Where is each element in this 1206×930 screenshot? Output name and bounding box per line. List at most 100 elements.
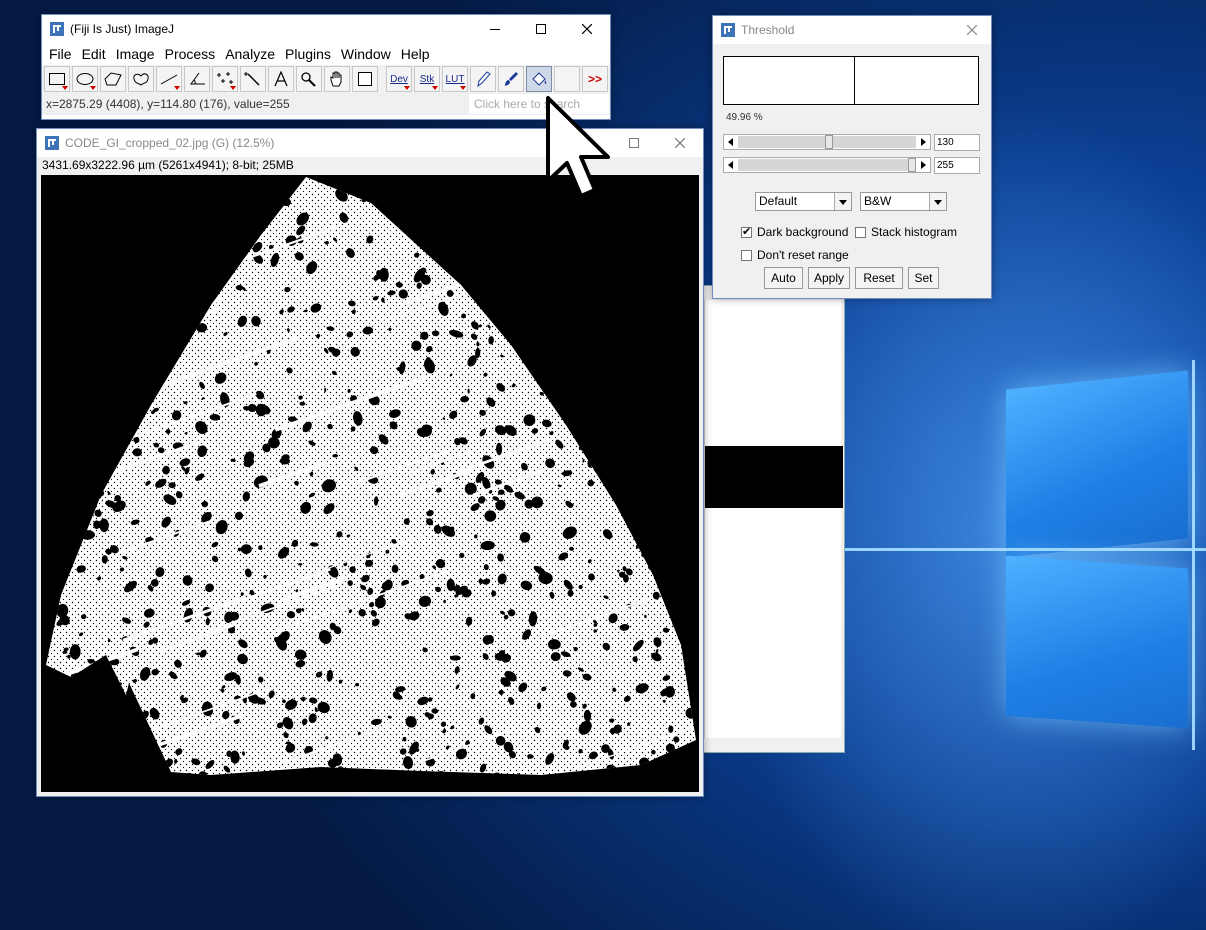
pore (486, 250, 494, 259)
upper-threshold-slider[interactable] (723, 157, 931, 173)
stk-menu-tool[interactable]: Stk (414, 66, 440, 92)
dev-menu-tool[interactable]: Dev (386, 66, 412, 92)
magnifier-tool[interactable] (296, 66, 322, 92)
background-window[interactable] (703, 285, 845, 753)
close-button[interactable] (657, 129, 703, 157)
close-button[interactable] (564, 15, 610, 43)
empty-tool-slot[interactable] (554, 66, 580, 92)
method-select[interactable]: Default (755, 192, 852, 211)
stack-histogram-checkbox[interactable]: Stack histogram (855, 225, 957, 239)
maximize-button[interactable] (518, 15, 564, 43)
more-tools-button[interactable]: >> (582, 66, 608, 92)
menu-image[interactable]: Image (114, 46, 161, 62)
wand-tool-icon (244, 72, 260, 86)
auto-button[interactable]: Auto (764, 267, 803, 289)
pore (674, 755, 685, 766)
pore (66, 341, 71, 347)
pore (258, 190, 265, 197)
lut-menu-tool[interactable]: LUT (442, 66, 468, 92)
freehand-tool[interactable] (128, 66, 154, 92)
dont-reset-range-checkbox[interactable]: Don't reset range (741, 248, 849, 262)
pore (76, 177, 83, 180)
line-tool[interactable] (156, 66, 182, 92)
pore (536, 295, 543, 301)
menu-file[interactable]: File (47, 46, 78, 62)
pore (65, 318, 75, 328)
pore (73, 498, 84, 510)
pore (128, 731, 139, 739)
pore (443, 179, 454, 192)
reset-button[interactable]: Reset (855, 267, 903, 289)
pore (469, 247, 481, 258)
imagej-main-window[interactable]: (Fiji Is Just) ImageJ File Edit Image Pr… (41, 14, 611, 120)
checkbox-unchecked-icon[interactable] (741, 249, 752, 261)
lower-threshold-value[interactable]: 130 (934, 134, 980, 151)
image-window-title: CODE_GI_cropped_02.jpg (G) (12.5%) (65, 136, 275, 150)
threshold-titlebar[interactable]: Threshold (713, 16, 991, 44)
lower-threshold-slider[interactable] (723, 134, 931, 150)
menu-edit[interactable]: Edit (80, 46, 112, 62)
angle-tool[interactable] (184, 66, 210, 92)
slider-left-arrow-icon[interactable] (728, 161, 733, 169)
pore (158, 262, 168, 273)
color-picker-tool[interactable] (352, 66, 378, 92)
display-select[interactable]: B&W (860, 192, 947, 211)
pore (458, 776, 466, 784)
slider-left-arrow-icon[interactable] (728, 138, 733, 146)
checkbox-checked-icon[interactable] (741, 225, 752, 238)
threshold-level-marker (854, 57, 855, 104)
threshold-close-button[interactable] (953, 16, 991, 44)
multipoint-tool[interactable] (212, 66, 238, 92)
pore (129, 370, 141, 381)
pore (508, 202, 516, 211)
menu-window[interactable]: Window (339, 46, 397, 62)
image-window[interactable]: CODE_GI_cropped_02.jpg (G) (12.5%) 3431.… (36, 128, 704, 797)
ray-streak (574, 246, 696, 303)
pore (396, 774, 405, 775)
pore (658, 269, 662, 273)
pore (48, 467, 58, 477)
text-tool[interactable] (268, 66, 294, 92)
brush-tool[interactable] (498, 66, 524, 92)
wand-tool[interactable] (240, 66, 266, 92)
set-button[interactable]: Set (908, 267, 939, 289)
threshold-title: Threshold (741, 23, 795, 37)
slider-thumb[interactable] (908, 158, 916, 172)
checkbox-unchecked-icon[interactable] (855, 226, 866, 238)
upper-threshold-value[interactable]: 255 (934, 157, 980, 174)
menu-analyze[interactable]: Analyze (223, 46, 281, 62)
pore (551, 361, 560, 371)
pore (644, 177, 655, 188)
hand-tool[interactable] (324, 66, 350, 92)
minimize-button[interactable] (472, 15, 518, 43)
pore (627, 232, 633, 239)
pore (602, 478, 608, 483)
oval-tool[interactable] (72, 66, 98, 92)
paint-bucket-icon (532, 72, 547, 86)
pore (691, 516, 696, 526)
threshold-dialog[interactable]: Threshold 49.96 % 130 255 Default B&W Da… (712, 15, 992, 299)
slider-thumb[interactable] (825, 135, 833, 149)
dark-background-checkbox[interactable]: Dark background (741, 225, 848, 239)
pore (564, 364, 572, 372)
rectangle-tool[interactable] (44, 66, 70, 92)
polygon-tool[interactable] (100, 66, 126, 92)
pore (378, 198, 381, 203)
ray-streak (606, 281, 696, 333)
pore (634, 199, 639, 207)
apply-button[interactable]: Apply (808, 267, 850, 289)
pencil-tool[interactable] (470, 66, 496, 92)
image-canvas[interactable] (41, 175, 699, 792)
imagej-titlebar[interactable]: (Fiji Is Just) ImageJ (42, 15, 610, 43)
menu-process[interactable]: Process (163, 46, 222, 62)
slider-right-arrow-icon[interactable] (921, 161, 926, 169)
flood-fill-tool[interactable] (526, 66, 552, 92)
pore (182, 183, 195, 199)
pore (555, 212, 562, 219)
pore (577, 241, 587, 249)
pore (51, 728, 64, 738)
menu-help[interactable]: Help (399, 46, 436, 62)
menu-plugins[interactable]: Plugins (283, 46, 337, 62)
pore (490, 311, 497, 318)
slider-right-arrow-icon[interactable] (921, 138, 926, 146)
